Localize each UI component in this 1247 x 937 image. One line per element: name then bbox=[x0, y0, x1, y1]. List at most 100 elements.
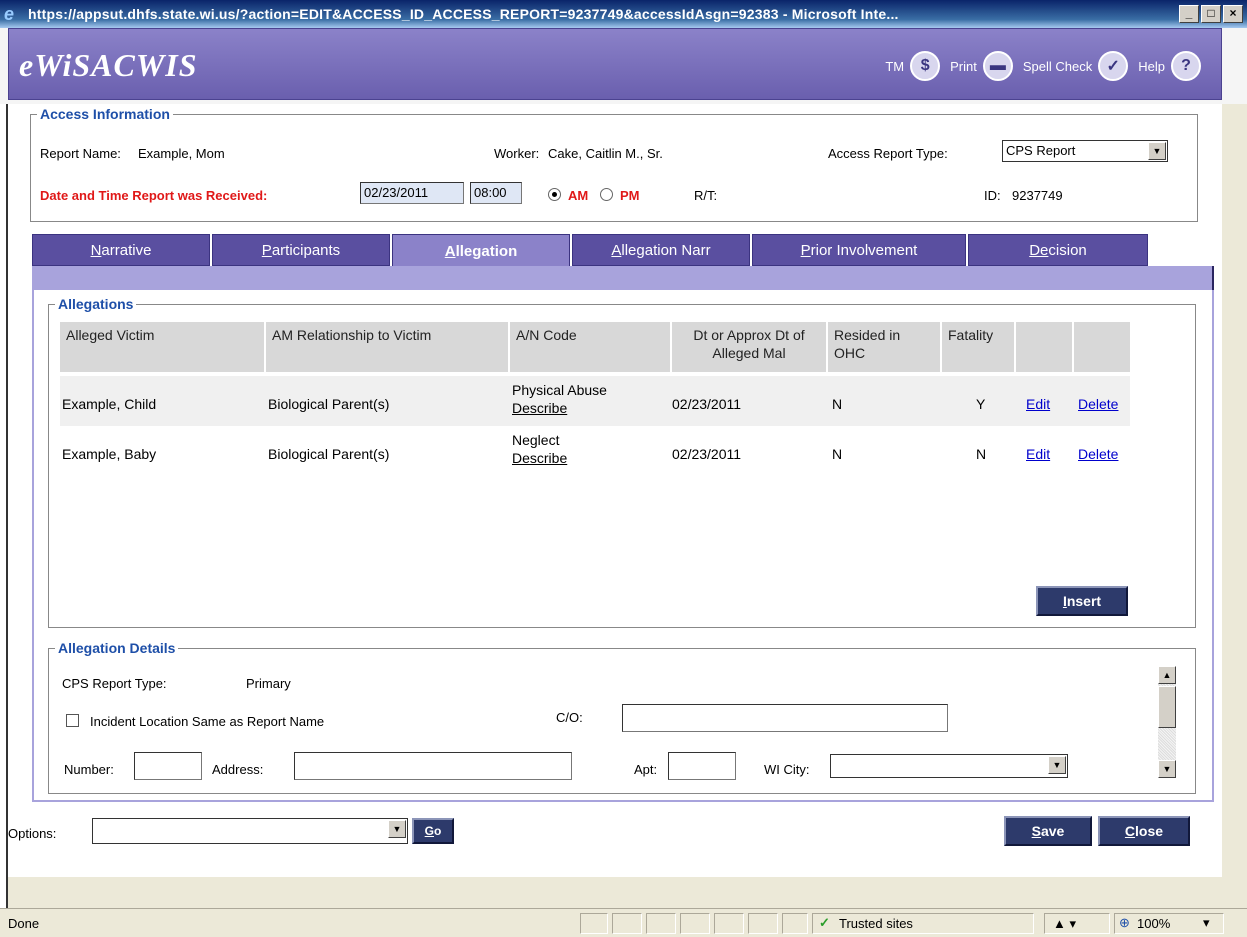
help-button[interactable]: Help ? bbox=[1138, 51, 1201, 81]
minimize-button[interactable]: _ bbox=[1179, 5, 1199, 23]
cps-report-type-label: CPS Report Type: bbox=[62, 676, 167, 691]
received-date-label: Date and Time Report was Received: bbox=[40, 188, 268, 203]
insert-button[interactable]: Insert bbox=[1036, 586, 1128, 616]
row-edit-link[interactable]: Edit bbox=[1026, 396, 1050, 413]
spell-check-button[interactable]: Spell Check ✓ bbox=[1022, 51, 1129, 81]
tab-participants-label: articipants bbox=[271, 241, 341, 259]
co-label: C/O: bbox=[556, 710, 583, 725]
tab-strip bbox=[32, 266, 1214, 290]
am-radio[interactable] bbox=[548, 188, 561, 201]
scrollbar-thumb[interactable] bbox=[1158, 686, 1176, 728]
tab-prior-involvement-key: P bbox=[800, 241, 811, 259]
rt-label: R/T: bbox=[694, 188, 718, 203]
go-button[interactable]: Go bbox=[412, 818, 454, 844]
received-date-input[interactable]: 02/23/2011 bbox=[360, 182, 464, 204]
row-edit-link[interactable]: Edit bbox=[1026, 446, 1050, 463]
tab-allegation-key: A bbox=[444, 242, 456, 260]
pm-radio[interactable] bbox=[600, 188, 613, 201]
close-button[interactable]: Close bbox=[1098, 816, 1190, 846]
access-report-type-label: Access Report Type: bbox=[828, 146, 948, 161]
options-label: Options: bbox=[8, 826, 57, 841]
worker-label: Worker: bbox=[494, 146, 540, 161]
tab-allegation-narr[interactable]: Allegation Narr bbox=[572, 234, 750, 266]
spell-check-icon: ✓ bbox=[1098, 51, 1129, 81]
report-name-value: Example, Mom bbox=[138, 146, 225, 161]
chevron-down-icon: ▾ bbox=[1203, 915, 1210, 930]
co-input[interactable] bbox=[622, 704, 948, 732]
tab-participants[interactable]: Participants bbox=[212, 234, 390, 266]
tab-participants-key: P bbox=[261, 241, 272, 259]
column-header-fatality: Fatality bbox=[942, 322, 1014, 372]
number-input[interactable] bbox=[134, 752, 202, 780]
apt-input[interactable] bbox=[668, 752, 736, 780]
column-header-relationship: AM Relationship to Victim bbox=[266, 322, 508, 372]
row-delete-link[interactable]: Delete bbox=[1078, 396, 1118, 413]
maximize-button[interactable]: □ bbox=[1201, 5, 1221, 23]
incident-location-checkbox[interactable] bbox=[66, 714, 79, 727]
tab-allegation-narr-label: llegation Narr bbox=[621, 241, 711, 259]
row-delete-link[interactable]: Delete bbox=[1078, 446, 1118, 463]
scroll-down-icon[interactable]: ▼ bbox=[1158, 760, 1176, 778]
close-button-key: C bbox=[1124, 823, 1136, 839]
row-code: Physical Abuse bbox=[512, 382, 607, 398]
row-victim: Example, Child bbox=[62, 396, 157, 412]
address-input[interactable] bbox=[294, 752, 572, 780]
tm-button[interactable]: TM $ bbox=[885, 51, 941, 81]
column-header-delete bbox=[1074, 322, 1130, 372]
received-time-input[interactable]: 08:00 bbox=[470, 182, 522, 204]
protected-mode-button[interactable]: ▲ ▾ bbox=[1044, 913, 1110, 934]
row-code: Neglect bbox=[512, 432, 560, 448]
save-button-key: S bbox=[1031, 823, 1041, 839]
status-cell bbox=[580, 913, 608, 934]
status-text: Done bbox=[8, 916, 40, 931]
help-label: Help bbox=[1138, 58, 1165, 74]
tab-narrative-label: arrative bbox=[101, 241, 152, 259]
access-report-type-select[interactable]: CPS Report ▼ bbox=[1002, 140, 1168, 162]
lock-icon: ▲ ▾ bbox=[1053, 916, 1077, 931]
save-button[interactable]: Save bbox=[1004, 816, 1092, 846]
row-relationship: Biological Parent(s) bbox=[268, 396, 390, 412]
scroll-up-icon[interactable]: ▲ bbox=[1158, 666, 1176, 684]
status-cell bbox=[680, 913, 710, 934]
row-date: 02/23/2011 bbox=[672, 396, 742, 412]
close-window-button[interactable]: × bbox=[1223, 5, 1243, 23]
zoom-icon: ⊕ bbox=[1119, 915, 1130, 930]
row-ohc: N bbox=[832, 446, 843, 462]
report-name-label: Report Name: bbox=[40, 146, 121, 161]
tab-narrative[interactable]: Narrative bbox=[32, 234, 210, 266]
tab-narrative-key: N bbox=[90, 241, 102, 259]
print-label: Print bbox=[950, 58, 977, 74]
app-logo: eWiSACWIS bbox=[19, 47, 198, 83]
access-information-group: Access Information bbox=[30, 106, 1198, 222]
spell-check-label: Spell Check bbox=[1022, 58, 1093, 74]
tab-prior-involvement[interactable]: Prior Involvement bbox=[752, 234, 966, 266]
apt-label: Apt: bbox=[634, 762, 658, 777]
wi-city-select[interactable]: ▼ bbox=[830, 754, 1068, 778]
am-label: AM bbox=[568, 188, 589, 203]
incident-location-label: Incident Location Same as Report Name bbox=[90, 714, 325, 729]
tab-decision-key: De bbox=[1029, 241, 1049, 259]
chevron-down-icon: ▼ bbox=[1148, 142, 1166, 160]
zoom-button[interactable]: ⊕ 100% ▾ bbox=[1114, 913, 1224, 934]
row-describe-link[interactable]: Describe bbox=[512, 400, 567, 417]
close-button-label: lose bbox=[1135, 823, 1164, 839]
print-button[interactable]: Print ▬ bbox=[950, 51, 1013, 81]
tab-allegation-label: llegation bbox=[455, 242, 518, 260]
row-ohc: N bbox=[832, 396, 843, 412]
printer-icon: ▬ bbox=[982, 51, 1013, 81]
tab-bar: Narrative Participants Allegation Allega… bbox=[32, 234, 1150, 268]
row-relationship: Biological Parent(s) bbox=[268, 446, 390, 462]
column-header-code: A/N Code bbox=[510, 322, 670, 372]
window-title-bar: e https://appsut.dhfs.state.wi.us/?actio… bbox=[0, 0, 1247, 28]
row-victim: Example, Baby bbox=[62, 446, 157, 462]
tab-decision[interactable]: De cision bbox=[968, 234, 1148, 266]
worker-value: Cake, Caitlin M., Sr. bbox=[548, 146, 663, 161]
options-select[interactable]: ▼ bbox=[92, 818, 408, 844]
row-fatality: N bbox=[976, 446, 987, 462]
app-banner: eWiSACWIS TM $ Print ▬ Spell Check ✓ Hel… bbox=[8, 28, 1222, 100]
row-describe-link[interactable]: Describe bbox=[512, 450, 567, 467]
chevron-down-icon: ▼ bbox=[1048, 756, 1066, 774]
tab-allegation[interactable]: Allegation bbox=[392, 234, 570, 268]
app-toolbar: TM $ Print ▬ Spell Check ✓ Help ? bbox=[885, 51, 1201, 81]
details-scrollbar[interactable]: ▲ ▼ bbox=[1158, 666, 1176, 778]
